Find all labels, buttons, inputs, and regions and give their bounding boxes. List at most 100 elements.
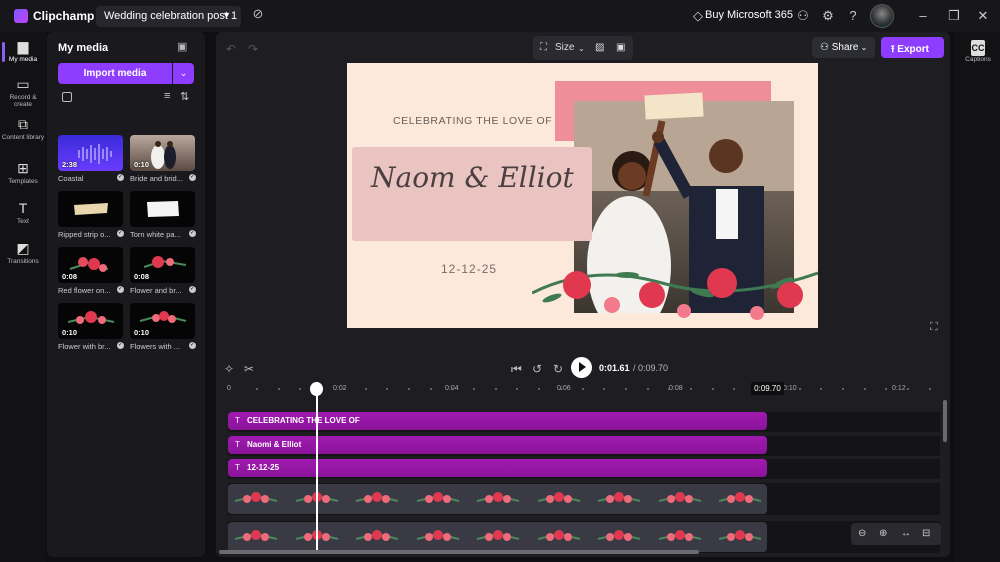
check-icon: ✓	[117, 286, 124, 293]
export-button[interactable]: ⭱ Export	[881, 37, 944, 58]
ruler-dot	[733, 388, 736, 390]
undo-icon[interactable]: ↶	[226, 42, 236, 56]
check-icon: ✓	[189, 342, 196, 349]
flower-garland	[532, 268, 818, 320]
ruler-dot	[494, 388, 497, 390]
panel-title: My media	[58, 42, 109, 54]
project-name-dropdown[interactable]: Wedding celebration post 1 ▼	[96, 6, 241, 27]
flower-frame-thumbnail	[476, 530, 520, 541]
canvas-text-names[interactable]: Naom & Elliot	[371, 161, 574, 194]
gear-icon[interactable]: ⚙	[819, 7, 837, 25]
import-options-dropdown[interactable]: ⌄	[173, 63, 194, 84]
zoom-in-icon[interactable]: ⊕	[879, 528, 887, 539]
close-icon[interactable]: ✕	[974, 7, 992, 25]
rail-item-text[interactable]: T Text	[0, 200, 46, 225]
tile-label: Torn white pa... ✓	[130, 230, 196, 239]
flower-frame-thumbnail	[234, 492, 278, 503]
ruler-dot	[429, 388, 432, 390]
import-media-button[interactable]: Import media	[58, 63, 172, 84]
paper-tape	[644, 92, 704, 120]
zoom-out-icon[interactable]: ⊖	[858, 528, 866, 539]
scissors-icon[interactable]: ✂	[244, 362, 254, 376]
chevron-down-icon: ⌄	[578, 44, 585, 53]
fit-timeline-icon[interactable]: ↔	[901, 528, 911, 539]
title-bar: Clipchamp Wedding celebration post 1 ▼ ⊘…	[0, 0, 1000, 32]
media-tile-bride-and-bride[interactable]: 0:10	[130, 135, 195, 171]
skip-back-icon[interactable]: ⏮	[511, 362, 522, 377]
forward-5-icon[interactable]: ↻	[553, 362, 563, 376]
project-name: Wedding celebration post 1	[104, 10, 238, 22]
ruler-dot	[863, 388, 866, 390]
share-people-icon[interactable]: ⚇	[794, 7, 812, 25]
avatar[interactable]	[870, 4, 894, 28]
ruler-dot	[624, 388, 627, 390]
flower-overlay-clip[interactable]	[228, 484, 767, 514]
clip-label: CELEBRATING THE LOVE OF	[247, 416, 360, 425]
filter-icon[interactable]: ≡	[164, 90, 170, 102]
minimize-icon[interactable]: –	[914, 7, 932, 25]
maximize-icon[interactable]: ❐	[945, 7, 963, 25]
captions-button[interactable]: CC Captions	[955, 40, 1000, 63]
ruler-dot	[841, 388, 844, 390]
rail-item-my-media[interactable]: ▆ My media	[0, 38, 46, 63]
background-remove-icon[interactable]: ▨	[595, 42, 604, 53]
chevron-down-icon: ▼	[222, 10, 231, 20]
rail-item-label: Text	[17, 218, 29, 225]
right-rail: CC Captions	[955, 32, 1000, 562]
media-tile-flower-and-branches[interactable]: 0:08	[130, 247, 195, 283]
timeline-zoom-controls: ⊖ ⊕ ↔ ⊟	[851, 523, 941, 545]
transitions-icon: ◩	[16, 240, 30, 256]
ruler-dot	[820, 388, 823, 390]
rail-item-content-library[interactable]: ⧉ Content library	[0, 116, 46, 141]
size-button[interactable]: Size	[555, 42, 574, 53]
text-clip-celebrating[interactable]: T CELEBRATING THE LOVE OF	[228, 412, 767, 430]
rail-item-templates[interactable]: ⊞ Templates	[0, 160, 46, 185]
expand-timeline-icon[interactable]: ⊟	[922, 528, 930, 539]
play-button[interactable]	[571, 357, 592, 378]
media-tile-flower-with-branches[interactable]: 0:10	[58, 303, 123, 339]
media-tile-flowers-with[interactable]: 0:10	[130, 303, 195, 339]
flower-frame-thumbnail	[416, 530, 459, 541]
rail-item-transitions[interactable]: ◩ Transitions	[0, 240, 46, 265]
ruler-dot	[386, 388, 389, 390]
vertical-scrollbar[interactable]	[943, 400, 947, 442]
text-clip-names[interactable]: T Naomi & Elliot	[228, 436, 767, 454]
tile-duration: 0:10	[62, 328, 78, 337]
flower-frame-thumbnail	[718, 492, 762, 503]
media-tile-red-flower[interactable]: 0:08	[58, 247, 123, 283]
canvas-text-celebrating[interactable]: CELEBRATING THE LOVE OF	[393, 115, 552, 127]
ruler-dot	[646, 388, 649, 390]
rail-item-record-create[interactable]: ▭ Record & create	[0, 76, 46, 108]
playhead[interactable]	[316, 382, 318, 550]
buy-microsoft-365-link[interactable]: Buy Microsoft 365	[705, 9, 793, 21]
media-tile-coastal[interactable]: 2:38	[58, 135, 123, 171]
media-tile-ripped-strip[interactable]	[58, 191, 123, 227]
video-preview-canvas[interactable]: CELEBRATING THE LOVE OF Naom & Elliot 12…	[347, 63, 818, 328]
tile-label: Flower and br... ✓	[130, 286, 196, 295]
select-all-checkbox[interactable]	[62, 92, 72, 102]
tile-duration: 0:10	[134, 160, 150, 169]
cloud-off-icon[interactable]: ⊘	[248, 6, 268, 26]
fit-icon[interactable]: ▣	[616, 42, 625, 53]
media-tile-torn-white-paper[interactable]	[130, 191, 195, 227]
flower-overlay-clip[interactable]	[228, 522, 767, 552]
share-button[interactable]: ⚇ Share ⌄	[812, 37, 875, 58]
horizontal-scrollbar[interactable]	[219, 550, 699, 554]
fullscreen-icon[interactable]: ⛶	[930, 321, 938, 334]
rewind-5-icon[interactable]: ↺	[532, 362, 542, 376]
ruler-dot	[690, 388, 692, 390]
help-icon[interactable]: ?	[844, 7, 862, 25]
sort-icon[interactable]: ⇅	[180, 90, 189, 103]
canvas-text-date[interactable]: 12-12-25	[441, 262, 497, 276]
redo-icon[interactable]: ↷	[248, 42, 258, 56]
camera-icon: ▭	[16, 76, 30, 92]
text-clip-date[interactable]: T 12-12-25	[228, 459, 767, 477]
tile-label: Flower with br... ✓	[58, 342, 124, 351]
text-icon: T	[18, 200, 28, 216]
magic-edit-icon[interactable]: ✧	[224, 362, 234, 376]
ruler-dot	[559, 388, 562, 390]
playhead-handle[interactable]	[310, 382, 323, 396]
flower-frame-thumbnail	[234, 530, 278, 541]
rail-item-label: Content library	[1, 134, 45, 141]
collapse-panel-icon[interactable]: ▣	[177, 40, 187, 53]
